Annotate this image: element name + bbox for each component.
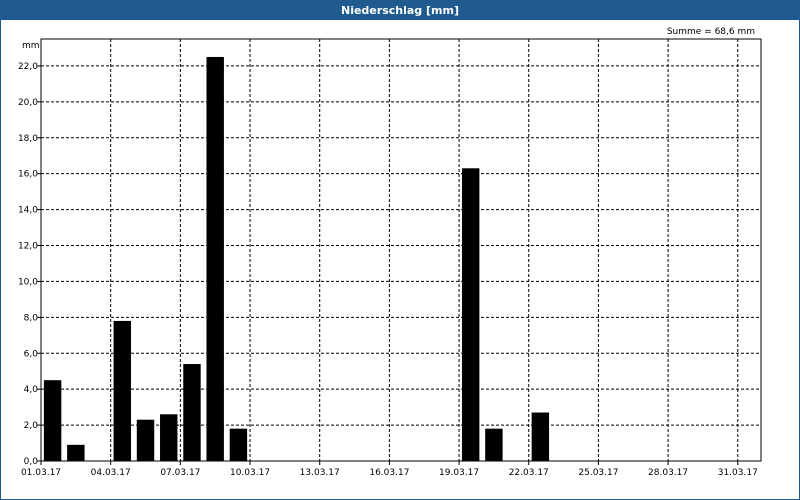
y-tick-label: 18,0 — [18, 134, 38, 144]
bar — [160, 414, 178, 461]
y-tick-labels: 0,0 2,0 4,0 6,0 8,0 10,0 12,0 14,0 16,0 18,0 20,0 2… — [18, 62, 38, 467]
y-tick-label: 0,0 — [24, 457, 39, 467]
y-tick-label: 14,0 — [18, 206, 38, 216]
bar — [485, 428, 503, 461]
x-tick-label: 04.03.17 — [91, 468, 131, 478]
bar — [229, 428, 248, 461]
x-tick-label: 13.03.17 — [300, 468, 340, 478]
bar — [113, 320, 131, 461]
bar — [206, 56, 224, 461]
x-tick-label: 10.03.17 — [230, 468, 270, 478]
bars — [43, 56, 550, 461]
x-tick-label: 07.03.17 — [160, 468, 200, 478]
bar — [43, 380, 62, 461]
x-tick-label: 31.03.17 — [718, 468, 758, 478]
y-tick-label: 4,0 — [24, 385, 39, 395]
x-tick-labels: 01.03.17 04.03.17 07.03.17 10.03.17 13.03.17… — [21, 468, 758, 478]
x-tick-label: 01.03.17 — [21, 468, 61, 478]
x-tick-label: 22.03.17 — [509, 468, 549, 478]
axes — [37, 38, 762, 465]
y-tick-label: 6,0 — [24, 349, 39, 359]
y-tick-label: 22,0 — [18, 62, 38, 72]
precipitation-chart: mm Summe = 68,6 mm 0,0 2,0 4,0 6,0 8,0 10,0 12… — [18, 27, 762, 478]
grid — [41, 39, 761, 461]
x-tick-label: 25.03.17 — [578, 468, 618, 478]
bar — [136, 419, 155, 461]
x-tick-label: 19.03.17 — [439, 468, 479, 478]
bar — [531, 412, 550, 461]
x-tick-label: 16.03.17 — [369, 468, 409, 478]
y-tick-label: 20,0 — [18, 98, 38, 108]
y-tick-label: 12,0 — [18, 242, 38, 252]
y-tick-label: 16,0 — [18, 170, 38, 180]
y-tick-label: 2,0 — [24, 421, 39, 431]
bar — [183, 364, 201, 461]
x-tick-label: 28.03.17 — [648, 468, 688, 478]
sum-label: Summe = 68,6 mm — [667, 27, 755, 37]
y-tick-label: 10,0 — [18, 277, 38, 287]
y-axis-unit: mm — [22, 41, 40, 51]
y-tick-label: 8,0 — [24, 313, 39, 323]
bar — [67, 444, 85, 461]
bar — [461, 168, 480, 461]
